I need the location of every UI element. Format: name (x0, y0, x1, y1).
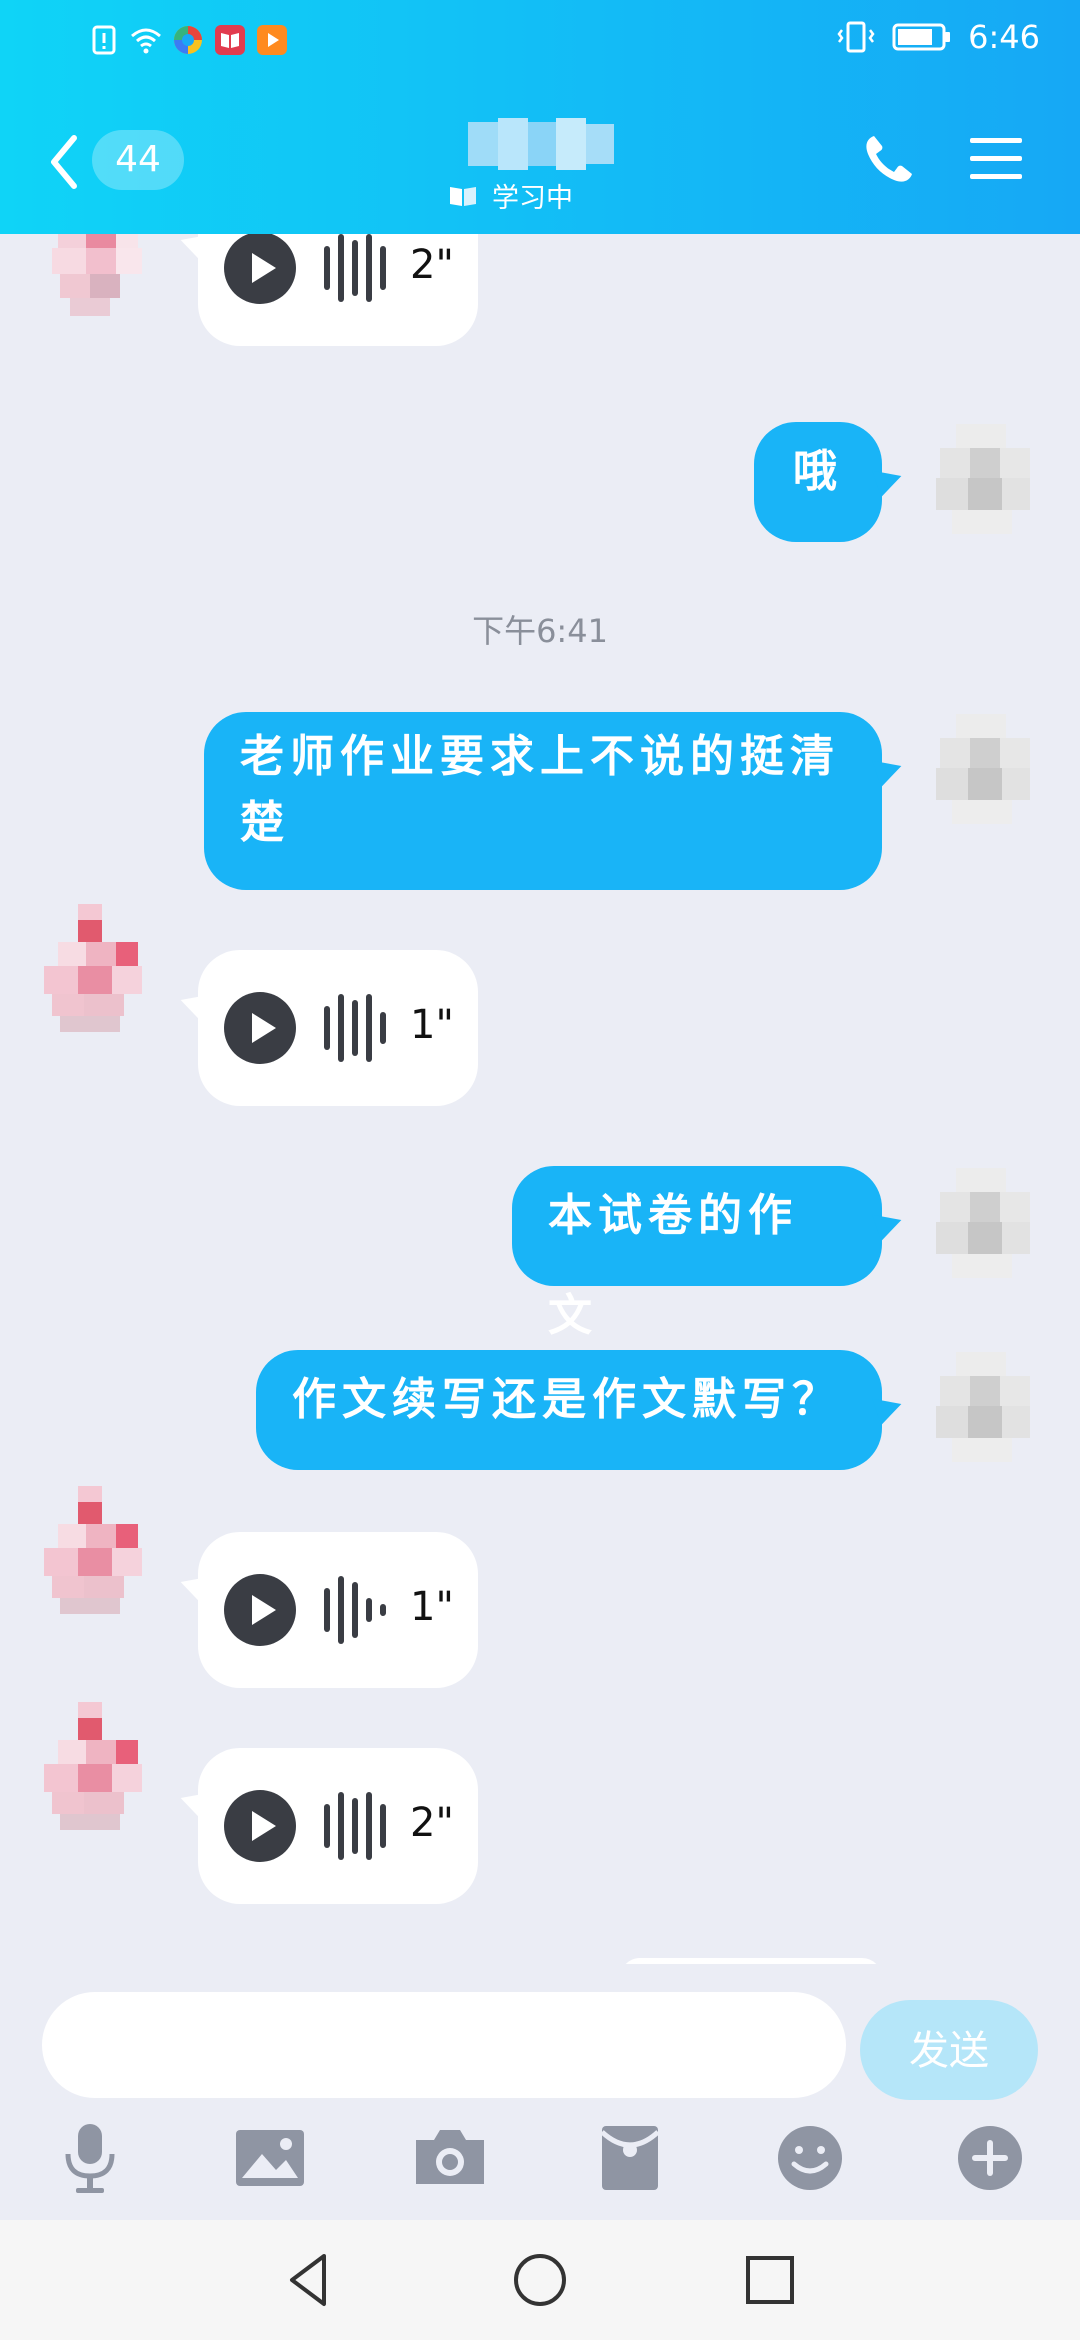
message-list[interactable]: 2" 哦 下午6:41 老师作业要求上不说的挺清楚 1" 本试卷的作文 作文续写… (0, 234, 1080, 1964)
status-bar: 6:46 (0, 0, 1080, 86)
contact-avatar[interactable] (30, 1702, 162, 1834)
contact-avatar[interactable] (30, 904, 162, 1036)
sent-message-bubble[interactable]: 本试卷的作文 (512, 1166, 882, 1341)
contact-avatar[interactable] (30, 1486, 162, 1618)
contact-avatar[interactable] (30, 234, 162, 326)
wifi-icon (131, 28, 161, 54)
status-system-icons: 6:46 (836, 18, 1040, 56)
nav-recents-icon[interactable] (740, 2250, 800, 2310)
status-notification-icons (88, 24, 288, 56)
voice-message[interactable]: 1" (198, 1532, 478, 1688)
book-icon (450, 186, 476, 206)
battery-icon (892, 23, 951, 51)
voice-message[interactable]: 2" (198, 1748, 478, 1904)
voice-duration: 1" (410, 1002, 454, 1048)
voice-duration: 1" (410, 1584, 454, 1630)
camera-icon[interactable] (410, 2118, 490, 2198)
message-text: 本试卷的作文 (548, 1190, 798, 1341)
voice-duration: 2" (410, 1800, 454, 1846)
image-icon[interactable] (230, 2118, 310, 2198)
my-avatar[interactable] (916, 704, 1048, 836)
chat-header: 6:46 44 学习中 (0, 0, 1080, 234)
input-area: 发送 (0, 1964, 1080, 2220)
my-avatar[interactable] (916, 414, 1048, 546)
menu-icon[interactable] (970, 134, 1022, 184)
play-icon[interactable] (224, 992, 296, 1064)
voice-duration: 2" (410, 242, 454, 288)
unread-count-badge[interactable]: 44 (92, 130, 184, 190)
red-packet-icon[interactable] (590, 2118, 670, 2198)
voice-message[interactable]: 2" (198, 234, 478, 346)
input-toolbar (0, 2118, 1080, 2214)
voice-waveform-icon (324, 234, 386, 302)
message-text: 老师作业要求上不说的挺清楚 (240, 731, 840, 848)
send-button[interactable]: 发送 (860, 2000, 1038, 2100)
voice-waveform-icon (324, 1576, 386, 1644)
play-icon[interactable] (224, 1790, 296, 1862)
voice-message[interactable]: 1" (198, 950, 478, 1106)
vibrate-icon (837, 21, 875, 53)
phone-call-icon[interactable] (860, 132, 916, 188)
message-text: 作文续写还是作文默写？ (292, 1374, 842, 1425)
book-app-icon (215, 25, 245, 55)
contact-status-text: 学习中 (492, 183, 573, 214)
message-text: 哦 (793, 446, 843, 497)
microphone-icon[interactable] (50, 2118, 130, 2198)
sent-message-bubble[interactable]: 老师作业要求上不说的挺清楚 (204, 712, 882, 890)
back-icon[interactable] (44, 130, 92, 194)
message-timestamp: 下午6:41 (472, 612, 608, 650)
contact-status: 学习中 (448, 176, 573, 215)
nav-home-icon[interactable] (510, 2250, 570, 2310)
my-avatar[interactable] (916, 1158, 1048, 1290)
colorful-app-icon (174, 26, 202, 54)
navigation-bar: 44 学习中 (0, 110, 1080, 220)
voice-waveform-icon (324, 994, 386, 1062)
system-navigation-bar (0, 2220, 1080, 2340)
nav-back-icon[interactable] (280, 2250, 340, 2310)
sent-message-bubble[interactable]: 哦 (754, 422, 882, 542)
plus-icon[interactable] (950, 2118, 1030, 2198)
play-icon[interactable] (224, 1574, 296, 1646)
video-app-icon (257, 25, 287, 55)
emoji-icon[interactable] (770, 2118, 850, 2198)
play-icon[interactable] (224, 234, 296, 304)
my-avatar[interactable] (916, 1342, 1048, 1474)
contact-name-pixelated[interactable] (468, 118, 614, 170)
voice-waveform-icon (324, 1792, 386, 1860)
sent-message-bubble[interactable]: 作文续写还是作文默写？ (256, 1350, 882, 1470)
status-time: 6:46 (968, 18, 1040, 56)
message-input[interactable] (42, 1992, 846, 2098)
alert-icon (92, 25, 116, 55)
